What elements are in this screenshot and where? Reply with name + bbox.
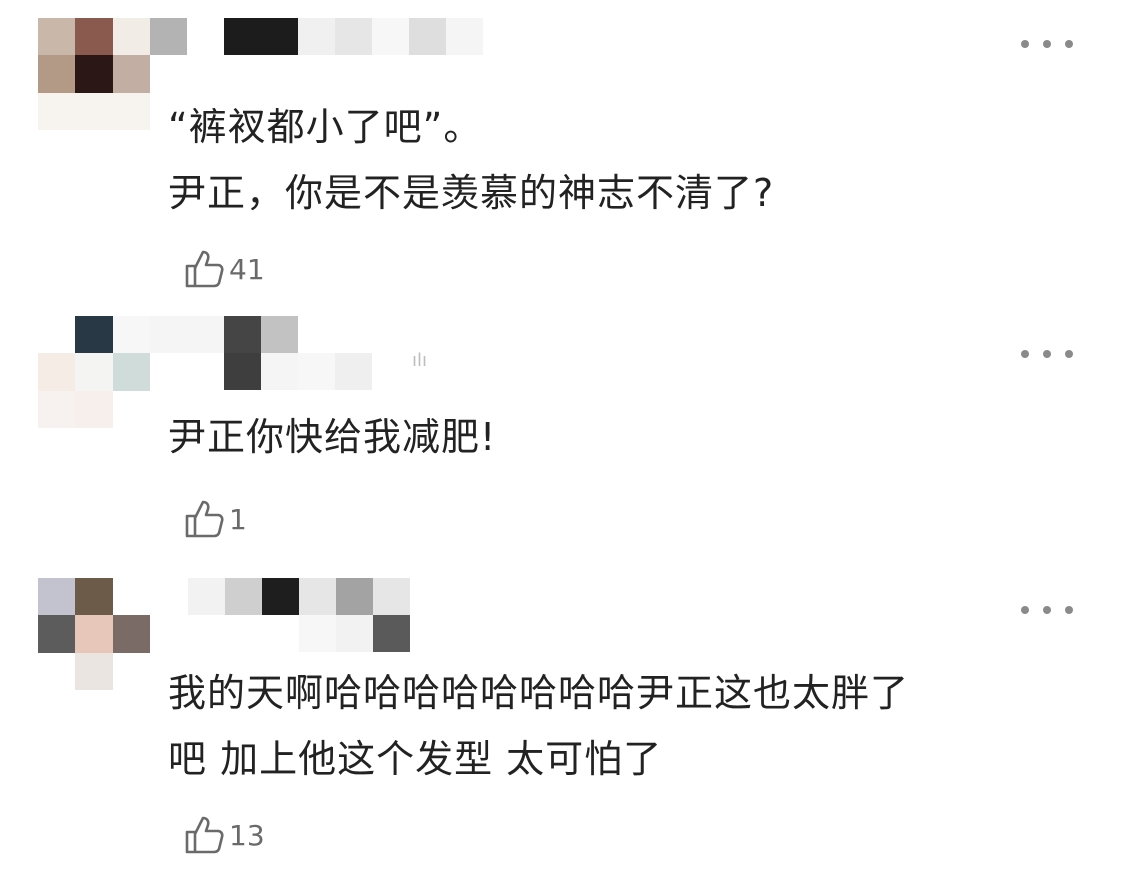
comment-text: 尹正你快给我减肥!	[168, 404, 496, 470]
avatar-pixel	[112, 18, 150, 56]
username-pixel	[188, 615, 225, 652]
avatar-pixel	[75, 316, 113, 354]
username-pixel	[336, 615, 373, 652]
username-pixel	[150, 353, 187, 390]
avatar[interactable]	[38, 316, 150, 428]
avatar-pixel	[112, 390, 150, 428]
comment-line: 我的天啊哈哈哈哈哈哈哈哈尹正这也太胖了	[168, 671, 910, 715]
username-pixel	[224, 18, 261, 55]
username-pixel	[298, 353, 335, 390]
comment-text: “裤衩都小了吧”。 尹正，你是不是羡慕的神志不清了?	[168, 94, 774, 226]
avatar-pixel	[38, 353, 76, 391]
avatar-pixel	[38, 615, 76, 653]
username[interactable]	[150, 316, 372, 390]
username-suffix: ılı	[412, 350, 428, 371]
avatar-pixel	[38, 55, 76, 93]
comment-text: 我的天啊哈哈哈哈哈哈哈哈尹正这也太胖了 吧 加上他这个发型 太可怕了	[168, 660, 909, 792]
username-pixel	[261, 55, 298, 92]
username[interactable]	[188, 578, 410, 652]
avatar-pixel	[75, 18, 113, 56]
comment-line: 尹正你快给我减肥!	[168, 415, 497, 459]
username-pixel	[298, 316, 335, 353]
avatar-pixel	[38, 316, 76, 354]
username-pixel	[261, 353, 298, 390]
avatar-pixel	[38, 390, 76, 428]
username-pixel	[262, 578, 299, 615]
avatar-pixel	[75, 578, 113, 616]
username-pixel	[187, 316, 224, 353]
more-options-icon[interactable]	[1021, 598, 1073, 622]
avatar-pixel	[38, 92, 76, 130]
comment-line: 吧 加上他这个发型 太可怕了	[168, 737, 663, 781]
avatar-pixel	[38, 578, 76, 616]
username-pixel	[188, 578, 225, 615]
username-pixel	[187, 353, 224, 390]
avatar-pixel	[112, 316, 150, 354]
thumbs-up-icon	[185, 250, 224, 288]
username-pixel	[150, 316, 187, 353]
like-count: 13	[229, 818, 265, 852]
username-pixel	[150, 55, 187, 92]
like-button[interactable]: 13	[181, 810, 265, 860]
comment-line: “裤衩都小了吧”。	[168, 105, 483, 149]
username-pixel	[335, 353, 372, 390]
username-pixel	[224, 353, 261, 390]
avatar-pixel	[75, 353, 113, 391]
avatar-pixel	[75, 615, 113, 653]
like-button[interactable]: 1	[181, 494, 247, 544]
username-pixel	[187, 18, 224, 55]
avatar-pixel	[75, 652, 113, 690]
avatar-pixel	[112, 615, 150, 653]
username-pixel	[446, 18, 483, 55]
username-pixel	[446, 55, 483, 92]
username-pixel	[299, 578, 336, 615]
avatar-pixel	[75, 92, 113, 130]
thumbs-up-icon	[185, 816, 224, 854]
username-pixel	[335, 18, 372, 55]
like-count: 41	[229, 252, 265, 286]
username-pixel	[224, 55, 261, 92]
avatar-pixel	[112, 353, 150, 391]
avatar-pixel	[112, 652, 150, 690]
comment-line: 尹正，你是不是羡慕的神志不清了?	[168, 171, 775, 215]
username-pixel	[299, 615, 336, 652]
username-pixel	[373, 615, 410, 652]
like-count: 1	[229, 502, 247, 536]
username-pixel	[372, 55, 409, 92]
avatar[interactable]	[38, 578, 150, 690]
username-pixel	[373, 578, 410, 615]
avatar-pixel	[38, 652, 76, 690]
username-pixel	[261, 316, 298, 353]
like-button[interactable]: 41	[181, 244, 265, 294]
more-options-icon[interactable]	[1021, 342, 1073, 366]
avatar-pixel	[112, 92, 150, 130]
username-pixel	[298, 55, 335, 92]
username-pixel	[261, 18, 298, 55]
username[interactable]	[150, 18, 483, 92]
username-pixel	[225, 615, 262, 652]
avatar-pixel	[112, 578, 150, 616]
username-pixel	[298, 18, 335, 55]
username-pixel	[335, 55, 372, 92]
avatar[interactable]	[38, 18, 150, 130]
username-pixel	[335, 316, 372, 353]
username-pixel	[262, 615, 299, 652]
username-pixel	[409, 18, 446, 55]
more-options-icon[interactable]	[1021, 32, 1073, 56]
username-pixel	[187, 55, 224, 92]
username-pixel	[409, 55, 446, 92]
avatar-pixel	[75, 390, 113, 428]
thumbs-up-icon	[185, 500, 224, 538]
avatar-pixel	[38, 18, 76, 56]
avatar-pixel	[112, 55, 150, 93]
username-pixel	[224, 316, 261, 353]
avatar-pixel	[75, 55, 113, 93]
username-pixel	[150, 18, 187, 55]
username-pixel	[225, 578, 262, 615]
username-pixel	[372, 18, 409, 55]
username-pixel	[336, 578, 373, 615]
